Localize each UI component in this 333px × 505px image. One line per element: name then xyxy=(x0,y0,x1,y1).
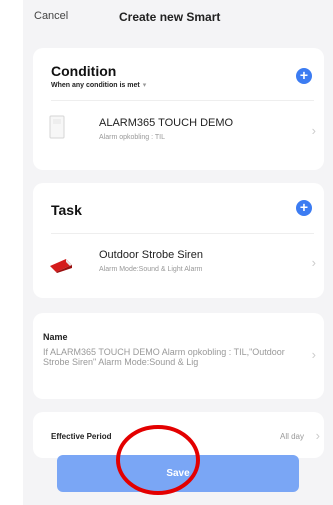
condition-mode-selector[interactable]: When any condition is met ▾ xyxy=(51,81,146,89)
add-task-button[interactable]: + xyxy=(296,200,312,216)
add-condition-button[interactable]: + xyxy=(296,68,312,84)
task-device-state: Alarm Mode:Sound & Light Alarm xyxy=(99,266,203,273)
chevron-right-icon: › xyxy=(315,428,320,443)
task-device-name: Outdoor Strobe Siren xyxy=(99,249,203,261)
alarm-panel-icon xyxy=(49,115,65,139)
chevron-down-icon: ▾ xyxy=(142,82,147,89)
condition-device-state: Alarm opkobling : TIL xyxy=(99,134,166,141)
effective-period-value: All day xyxy=(279,432,304,441)
chevron-right-icon: › xyxy=(311,123,316,138)
create-smart-screen: Cancel Create new Smart Condition When a… xyxy=(23,0,333,505)
condition-device-name: ALARM365 TOUCH DEMO xyxy=(99,117,234,129)
top-bar: Cancel Create new Smart xyxy=(23,0,333,34)
name-title: Name xyxy=(43,332,68,342)
chevron-right-icon: › xyxy=(311,255,316,270)
cancel-button[interactable]: Cancel xyxy=(34,10,68,22)
effective-period-title: Effective Period xyxy=(51,432,112,441)
name-value: If ALARM365 TOUCH DEMO Alarm opkobling :… xyxy=(43,347,285,367)
page-title: Create new Smart xyxy=(119,10,221,24)
name-card[interactable]: Name If ALARM365 TOUCH DEMO Alarm opkobl… xyxy=(33,313,324,399)
task-card: Task + Outdoor Strobe Siren Alarm Mode:S… xyxy=(33,183,324,298)
siren-icon xyxy=(50,259,72,273)
task-title: Task xyxy=(51,202,82,218)
task-divider xyxy=(51,233,314,234)
condition-card: Condition When any condition is met ▾ + A… xyxy=(33,48,324,170)
save-button[interactable]: Save xyxy=(57,455,299,492)
condition-title: Condition xyxy=(51,63,117,79)
chevron-right-icon: › xyxy=(311,347,316,362)
condition-divider xyxy=(51,100,314,101)
condition-mode-label: When any condition is met xyxy=(51,82,140,89)
effective-period-card[interactable]: Effective Period All day › xyxy=(33,412,324,458)
